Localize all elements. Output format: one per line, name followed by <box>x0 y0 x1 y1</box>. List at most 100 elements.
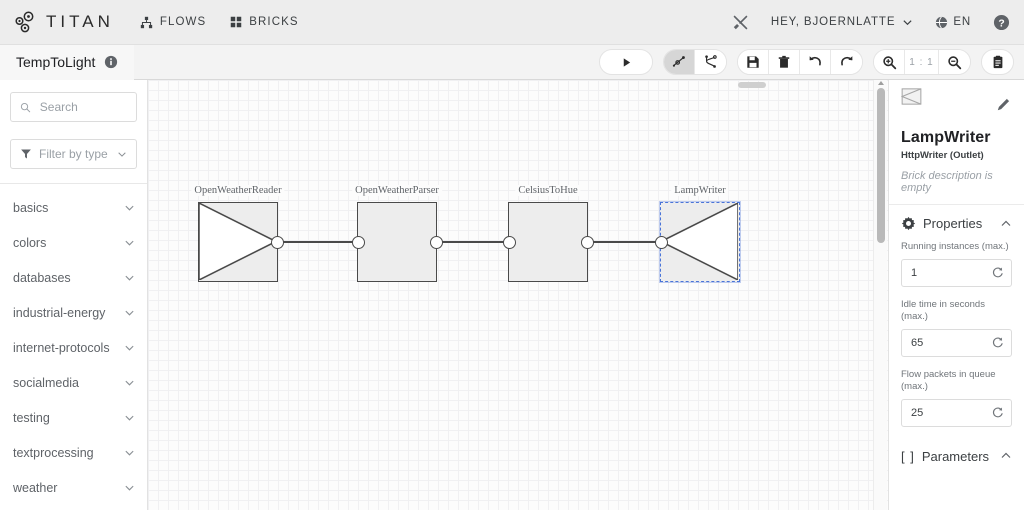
clipboard-button[interactable] <box>982 49 1013 75</box>
sidebar-item-colors[interactable]: colors <box>0 225 147 260</box>
reset-icon[interactable] <box>991 406 1004 419</box>
sidebar-item-textprocessing[interactable]: textprocessing <box>0 435 147 470</box>
titan-logo-icon <box>12 9 38 35</box>
edit-connection-mode-button[interactable] <box>664 49 695 75</box>
field-input-wrapper[interactable] <box>901 399 1012 427</box>
sidebar-item-internet-protocols[interactable]: internet-protocols <box>0 330 147 365</box>
edit-connection-icon <box>671 54 687 70</box>
chevron-up-icon <box>1000 218 1012 230</box>
redo-icon <box>839 54 855 70</box>
search-field[interactable] <box>10 92 137 122</box>
parameters-section-label: Parameters <box>922 449 993 464</box>
chevron-down-icon <box>124 202 135 213</box>
nav-item-flows-label: FLOWS <box>160 16 206 28</box>
search-input[interactable] <box>38 99 127 115</box>
sidebar-item-weather[interactable]: weather <box>0 470 147 505</box>
sidebar-item-socialmedia[interactable]: socialmedia <box>0 365 147 400</box>
zoom-in-button[interactable] <box>874 49 905 75</box>
node-input-port[interactable] <box>503 236 516 249</box>
reset-icon[interactable] <box>991 266 1004 279</box>
node-label: OpenWeatherReader <box>191 185 284 196</box>
filter-by-type-dropdown[interactable]: Filter by type <box>10 139 137 169</box>
node-body[interactable] <box>198 202 278 282</box>
sidebar-item-testing[interactable]: testing <box>0 400 147 435</box>
sidebar-item-databases[interactable]: databases <box>0 260 147 295</box>
outlet-shape-icon <box>661 203 738 280</box>
flow-node-openweatherparser[interactable]: OpenWeatherParser <box>357 202 437 282</box>
outlet-brick-icon <box>901 88 922 105</box>
scrollbar-thumb[interactable] <box>738 82 766 88</box>
user-menu-label: HEY, BJOERNLATTE <box>771 16 896 28</box>
save-button[interactable] <box>738 49 769 75</box>
chevron-down-icon <box>124 342 135 353</box>
user-menu[interactable]: HEY, BJOERNLATTE <box>771 16 914 28</box>
app-root: TITAN FLOWS BRICKS <box>0 0 1024 510</box>
chevron-down-icon <box>124 307 135 318</box>
globe-icon <box>935 16 948 29</box>
brand-name[interactable]: TITAN <box>46 12 114 32</box>
panel-vertical-scrollbar[interactable] <box>873 80 887 510</box>
parameters-section-header[interactable]: [ ] Parameters <box>889 427 1024 470</box>
flow-node-openweatherreader[interactable]: OpenWeatherReader <box>198 202 278 282</box>
clipboard-group <box>981 49 1014 75</box>
node-output-port[interactable] <box>271 236 284 249</box>
wire-reader-to-parser[interactable] <box>276 241 357 243</box>
svg-text:?: ? <box>998 18 1004 29</box>
node-output-port[interactable] <box>581 236 594 249</box>
flow-canvas[interactable]: OpenWeatherReader OpenWeatherParser Cels… <box>148 80 888 510</box>
gear-icon <box>901 216 916 231</box>
wire-parser-to-celsius[interactable] <box>437 241 510 243</box>
node-body-selected[interactable] <box>660 202 740 282</box>
node-label: CelsiusToHue <box>515 185 580 196</box>
field-input-wrapper[interactable] <box>901 259 1012 287</box>
field-running-instances: Running instances (max.) <box>889 237 1024 287</box>
undo-button[interactable] <box>800 49 831 75</box>
node-output-port[interactable] <box>430 236 443 249</box>
chevron-up-icon <box>1000 450 1012 462</box>
sidebar-item-basics[interactable]: basics <box>0 190 147 225</box>
bricks-sidebar: Filter by type basics colors databases i… <box>0 80 148 510</box>
category-label: colors <box>13 236 124 250</box>
scroll-up-arrow-icon[interactable] <box>878 81 884 85</box>
node-input-port[interactable] <box>352 236 365 249</box>
reset-icon[interactable] <box>991 336 1004 349</box>
running-instances-input[interactable] <box>909 266 991 280</box>
run-flow-button[interactable] <box>600 49 652 75</box>
nav-item-bricks[interactable]: BRICKS <box>230 16 298 28</box>
flow-toolbar-bar: TempToLight <box>0 45 1024 80</box>
language-selector[interactable]: EN <box>935 16 971 29</box>
tools-icon[interactable] <box>732 14 749 31</box>
pencil-icon[interactable] <box>996 96 1012 112</box>
properties-section-header[interactable]: Properties <box>889 205 1024 237</box>
branch-connection-mode-button[interactable] <box>695 49 726 75</box>
node-input-port[interactable] <box>655 236 668 249</box>
flow-node-lampwriter[interactable]: LampWriter <box>660 202 740 282</box>
info-icon[interactable] <box>104 55 118 69</box>
flow-node-celsiustohue[interactable]: CelsiusToHue <box>508 202 588 282</box>
nav-item-flows[interactable]: FLOWS <box>140 16 206 29</box>
node-body[interactable] <box>357 202 437 282</box>
node-body[interactable] <box>508 202 588 282</box>
canvas-horizontal-scrollbar[interactable] <box>148 80 888 90</box>
top-bar-right-group: HEY, BJOERNLATTE EN ? <box>732 14 1010 31</box>
trash-icon <box>777 55 791 69</box>
zoom-level-label[interactable]: 1 : 1 <box>905 49 939 75</box>
flow-packets-input[interactable] <box>909 406 991 420</box>
delete-button[interactable] <box>769 49 800 75</box>
field-label: Running instances (max.) <box>901 241 1012 254</box>
inspector-description: Brick description is empty <box>889 161 1024 204</box>
zoom-out-icon <box>947 55 962 70</box>
help-icon[interactable]: ? <box>993 14 1010 31</box>
field-input-wrapper[interactable] <box>901 329 1012 357</box>
node-label: LampWriter <box>671 185 728 196</box>
bricks-icon <box>230 16 242 28</box>
zoom-out-button[interactable] <box>939 49 970 75</box>
wire-celsius-to-lamp[interactable] <box>588 241 662 243</box>
scrollbar-thumb[interactable] <box>877 88 885 243</box>
redo-button[interactable] <box>831 49 862 75</box>
flow-tab[interactable]: TempToLight <box>0 45 134 80</box>
chevron-down-icon <box>124 412 135 423</box>
sidebar-item-industrial-energy[interactable]: industrial-energy <box>0 295 147 330</box>
flow-tab-title: TempToLight <box>16 54 95 70</box>
idle-time-input[interactable] <box>909 336 991 350</box>
